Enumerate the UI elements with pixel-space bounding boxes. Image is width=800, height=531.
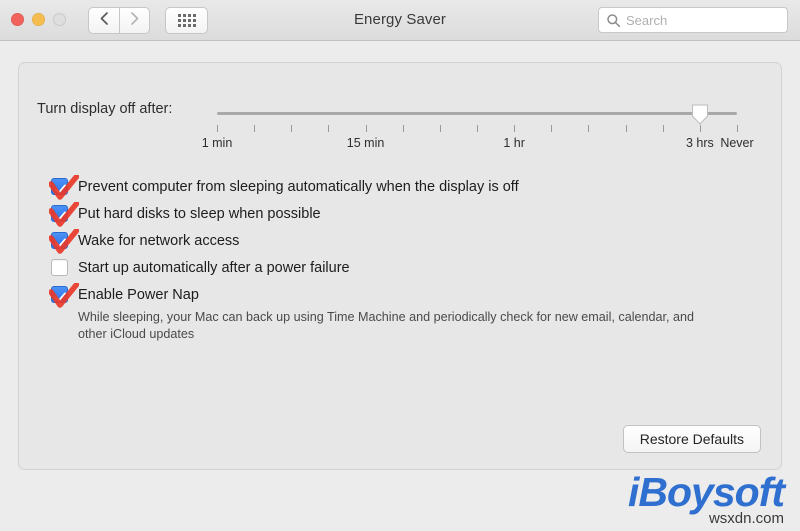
energy-option-label: Start up automatically after a power fai…	[78, 259, 350, 276]
slider-tick	[625, 125, 627, 132]
restore-defaults-button[interactable]: Restore Defaults	[622, 425, 761, 453]
power-nap-description: While sleeping, your Mac can back up usi…	[78, 310, 695, 341]
checkbox-2[interactable]	[49, 202, 79, 227]
search-field[interactable]	[598, 7, 788, 33]
slider-tick	[291, 125, 293, 132]
checkmark-icon	[55, 290, 66, 308]
window-titlebar: Energy Saver	[0, 0, 800, 41]
energy-option-row[interactable]: Wake for network access	[49, 227, 751, 254]
slider-tick	[588, 125, 590, 132]
energy-saver-panel: Turn display off after: 1 min 15 min 1 hr 3…	[18, 62, 782, 470]
energy-option-label: Enable Power Nap	[78, 286, 199, 303]
search-input[interactable]	[626, 12, 776, 28]
slider-thumb[interactable]	[691, 104, 708, 125]
iboysoft-logo: iBoysoft	[628, 469, 785, 515]
checkmark-icon	[55, 236, 66, 254]
search-icon	[606, 13, 621, 28]
energy-option-row[interactable]: Enable Power Nap	[49, 281, 751, 308]
checkbox-5[interactable]	[49, 283, 79, 308]
slider-tick	[328, 125, 330, 132]
slider-tick-label: 1 hr	[503, 136, 525, 150]
slider-tick	[365, 125, 367, 132]
slider-tick-label: 3 hrs	[685, 136, 714, 150]
energy-option-row[interactable]: Put hard disks to sleep when possible	[49, 200, 751, 227]
checkbox-3[interactable]	[49, 229, 79, 254]
slider-tick	[737, 125, 738, 132]
slider-tick	[551, 125, 553, 132]
energy-option-row[interactable]: Start up automatically after a power fai…	[51, 254, 751, 281]
checkmark-icon	[55, 209, 66, 227]
slider-tick	[217, 125, 218, 132]
energy-options-list: Prevent computer from sleeping automatic…	[49, 173, 751, 308]
slider-tick-labels: 1 min 15 min 1 hr 3 hrs Never	[202, 136, 754, 152]
checkbox-1[interactable]	[49, 175, 79, 200]
slider-tick	[699, 125, 701, 132]
slider-tick-label: 1 min	[201, 136, 233, 150]
slider-tick-label: 15 min	[346, 136, 385, 150]
slider-tick	[662, 125, 664, 132]
slider-tick	[402, 125, 404, 132]
slider-label: Turn display off after:	[37, 101, 173, 117]
watermark: iBoysoft wsxdn.com	[628, 469, 785, 528]
slider-tick	[477, 125, 478, 132]
checkbox-4[interactable]	[51, 259, 68, 276]
slider-tick-label: Never	[720, 136, 754, 150]
slider-tick	[254, 125, 256, 132]
energy-saver-window: Energy Saver Turn display off after: 1 m…	[0, 0, 800, 531]
slider-track[interactable]	[217, 112, 737, 115]
energy-option-label: Wake for network access	[78, 232, 240, 249]
energy-option-label: Prevent computer from sleeping automatic…	[78, 178, 519, 195]
energy-option-row[interactable]: Prevent computer from sleeping automatic…	[49, 173, 751, 200]
slider-tick	[514, 125, 516, 132]
checkmark-icon	[55, 182, 66, 200]
energy-option-label: Put hard disks to sleep when possible	[78, 205, 321, 222]
slider-ticks	[217, 125, 738, 133]
slider-tick	[439, 125, 441, 132]
